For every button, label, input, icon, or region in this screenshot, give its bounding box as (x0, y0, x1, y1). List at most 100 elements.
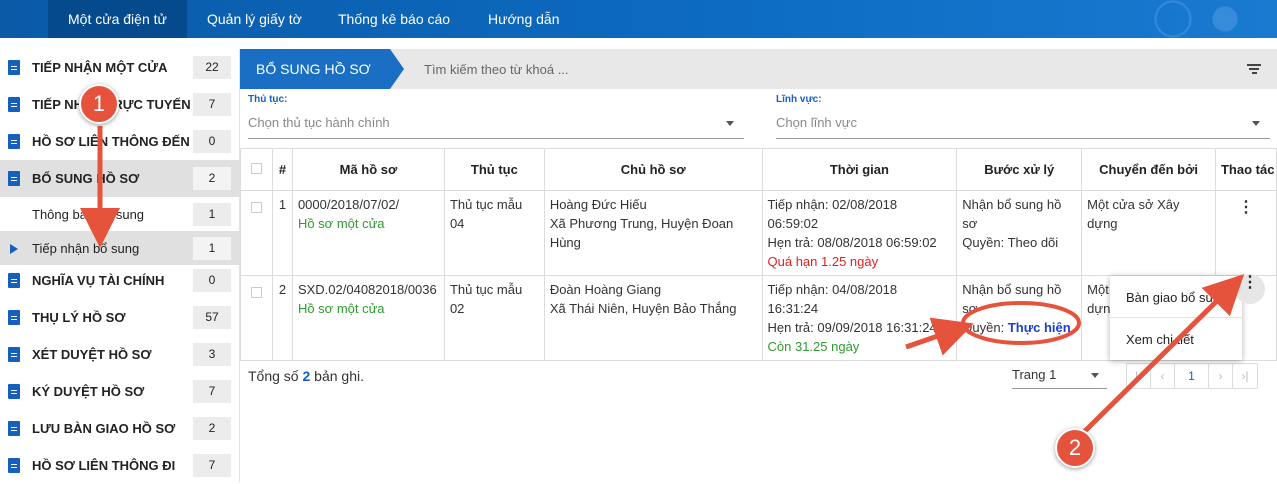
prev-page-icon[interactable]: ‹ (1151, 364, 1175, 388)
count-badge: 7 (193, 454, 231, 477)
filter-icon[interactable] (1247, 64, 1261, 74)
caret-right-icon (10, 244, 18, 254)
row-select-cell (240, 190, 273, 276)
field-select-placeholder: Chọn lĩnh vực (776, 115, 857, 130)
sidebar-item-label: HỒ SƠ LIÊN THÔNG ĐI (32, 458, 176, 473)
column-header: Chuyển đến bởi (1081, 148, 1216, 191)
menu-item-ban-giao-bo-sung[interactable]: Bàn giao bổ sung (1126, 290, 1227, 305)
column-header: # (271, 148, 293, 191)
sidebar-item-label: Thông báo bổ sung (32, 207, 145, 222)
document-icon (8, 310, 20, 325)
next-page-icon[interactable]: › (1209, 364, 1233, 388)
document-icon (8, 134, 20, 149)
sidebar-item-ky-duyet-ho-so[interactable]: KÝ DUYỆT HỒ SƠ 7 (0, 373, 240, 410)
time-cell: Tiếp nhận: 02/08/2018 06:59:02 Hẹn trả: … (761, 190, 958, 276)
pagination: |‹ ‹ 1 › ›| (1126, 363, 1258, 389)
procedure-cell: Thủ tục mẫu 04 (443, 190, 545, 276)
count-badge: 2 (193, 417, 231, 440)
count-badge: 7 (193, 380, 231, 403)
received-time: Tiếp nhận: 04/08/2018 16:31:24 (767, 282, 898, 316)
column-header: Thủ tục (443, 148, 545, 191)
role-line: Quyền: Theo dõi (962, 233, 1076, 252)
column-header: Mã hồ sơ (291, 148, 445, 191)
step-name: Nhận bổ sung hồ sơ (962, 197, 1062, 231)
sidebar-item-label: NGHĨA VỤ TÀI CHÍNH (32, 273, 165, 288)
document-icon (8, 171, 20, 186)
column-header: Chủ hồ sơ (543, 148, 763, 191)
count-badge: 1 (193, 203, 231, 226)
sidebar-item-thu-ly-ho-so[interactable]: THỤ LÝ HỒ SƠ 57 (0, 299, 240, 336)
nav-thong-ke-bao-cao[interactable]: Thống kê báo cáo (318, 0, 470, 38)
sidebar-subitem-thong-bao-bo-sung[interactable]: Thông báo bổ sung 1 (0, 197, 240, 231)
record-type: Hồ sơ một cửa (297, 216, 385, 231)
sidebar-item-tiep-nhan-mot-cua[interactable]: TIẾP NHẬN MỘT CỬA 22 (0, 49, 240, 86)
row-checkbox[interactable] (250, 287, 262, 298)
document-icon (8, 60, 20, 75)
record-code[interactable]: SXD.02/04082018/0036 (298, 280, 439, 299)
chevron-down-icon (726, 121, 734, 126)
sidebar-item-label: TIẾP NHẬN MỘT CỬA (32, 60, 168, 75)
record-code[interactable]: 0000/2018/07/02/ (298, 195, 439, 214)
header-decoration (1017, 0, 1277, 38)
nav-quan-ly-giay-to[interactable]: Quản lý giấy tờ (187, 0, 322, 38)
page-select-value: Trang 1 (1012, 367, 1057, 382)
sidebar-item-label: THỤ LÝ HỒ SƠ (32, 310, 126, 325)
due-time: Hẹn trả: 08/08/2018 06:59:02 (767, 235, 937, 250)
more-vertical-icon[interactable]: ⋮ (1235, 274, 1265, 304)
owner-address: Xã Phương Trung, Huyện Đoan Hùng (549, 216, 734, 250)
top-navigation: Một cửa điện tử Quản lý giấy tờ Thống kê… (0, 0, 1277, 38)
field-select[interactable]: Chọn lĩnh vực (776, 113, 1270, 139)
row-select-cell (240, 275, 273, 361)
owner-name: Đoàn Hoàng Giang (549, 282, 662, 297)
procedure-select[interactable]: Chọn thủ tục hành chính (248, 113, 744, 139)
main-header-bar: BỔ SUNG HỒ SƠ (240, 49, 1277, 89)
owner-cell: Đoàn Hoàng Giang Xã Thái Niên, Huyện Bảo… (543, 275, 763, 361)
sidebar-item-label: HỒ SƠ LIÊN THÔNG ĐẾN (32, 134, 190, 149)
nav-huong-dan[interactable]: Hướng dẫn (468, 0, 579, 38)
code-cell: 0000/2018/07/02/ Hồ sơ một cửa (291, 190, 445, 276)
more-vertical-icon[interactable]: ⋮ (1221, 200, 1271, 216)
first-page-icon[interactable]: |‹ (1127, 364, 1151, 388)
owner-cell: Hoàng Đức Hiếu Xã Phương Trung, Huyện Đo… (543, 190, 763, 276)
page-title: BỔ SUNG HỒ SƠ (240, 49, 404, 89)
sidebar-item-xet-duyet-ho-so[interactable]: XÉT DUYỆT HỒ SƠ 3 (0, 336, 240, 373)
sidebar-item-tiep-nhan-truc-tuyen[interactable]: TIẾP NHẬN TRỰC TUYẾN 7 (0, 86, 240, 123)
due-time: Hẹn trả: 09/09/2018 16:31:24 (767, 320, 937, 335)
count-badge: 7 (193, 93, 231, 116)
sidebar-item-label: Tiếp nhận bổ sung (32, 241, 140, 256)
role-label: Quyền: (962, 320, 1008, 335)
nav-mot-cua-dien-tu[interactable]: Một cửa điện tử (48, 0, 187, 38)
time-cell: Tiếp nhận: 04/08/2018 16:31:24 Hẹn trả: … (761, 275, 958, 361)
sidebar-item-luu-ban-giao-ho-so[interactable]: LƯU BÀN GIAO HỒ SƠ 2 (0, 410, 240, 447)
owner-address: Xã Thái Niên, Huyện Bảo Thắng (549, 301, 737, 316)
document-icon (8, 421, 20, 436)
sidebar-subitem-tiep-nhan-bo-sung[interactable]: Tiếp nhận bổ sung 1 (0, 231, 240, 265)
current-page[interactable]: 1 (1175, 364, 1209, 388)
table-row: 1 0000/2018/07/02/ Hồ sơ một cửa Thủ tục… (240, 190, 1277, 276)
sidebar-item-label: LƯU BÀN GIAO HỒ SƠ (32, 421, 176, 436)
row-checkbox[interactable] (250, 202, 262, 213)
procedure-select-placeholder: Chọn thủ tục hành chính (248, 115, 390, 130)
field-filter-label: Lĩnh vực: (776, 94, 822, 105)
row-index: 2 (271, 275, 293, 361)
remaining-time: Quá hạn 1.25 ngày (767, 254, 879, 269)
sidebar-item-nghia-vu-tai-chinh[interactable]: NGHĨA VỤ TÀI CHÍNH 0 (0, 262, 240, 299)
count-badge: 1 (193, 237, 231, 260)
last-page-icon[interactable]: ›| (1233, 364, 1257, 388)
sidebar-item-ho-so-lien-thong-den[interactable]: HỒ SƠ LIÊN THÔNG ĐẾN 0 (0, 123, 240, 160)
search-input[interactable] (424, 57, 1024, 81)
select-all-checkbox[interactable] (250, 163, 262, 174)
column-header: Bước xử lý (956, 148, 1083, 191)
table-header-row: # Mã hồ sơ Thủ tục Chủ hồ sơ Thời gian B… (240, 148, 1277, 191)
procedure-filter-label: Thủ tục: (248, 94, 288, 105)
sidebar-item-bo-sung-ho-so[interactable]: BỔ SUNG HỒ SƠ 2 (0, 160, 240, 197)
row-action-menu: Bàn giao bổ sung Xem chi tiết (1110, 276, 1242, 360)
page-select[interactable]: Trang 1 (1012, 365, 1107, 389)
received-time: Tiếp nhận: 02/08/2018 06:59:02 (767, 197, 898, 231)
annotation-badge-1: 1 (79, 84, 119, 124)
total-records: Tổng số 2 bản ghi. (248, 368, 364, 384)
sidebar-item-ho-so-lien-thong-di[interactable]: HỒ SƠ LIÊN THÔNG ĐI 7 (0, 447, 240, 484)
menu-item-xem-chi-tiet[interactable]: Xem chi tiết (1126, 332, 1194, 347)
count-badge: 22 (193, 56, 231, 79)
document-icon (8, 97, 20, 112)
